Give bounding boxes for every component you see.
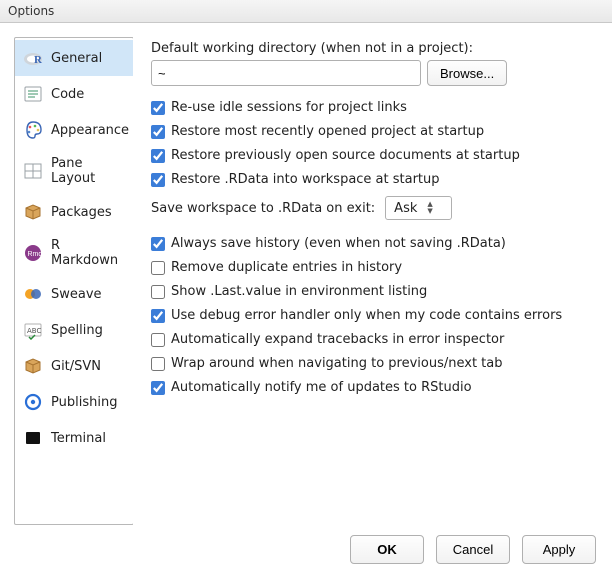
auto-updates-row[interactable]: Automatically notify me of updates to RS… xyxy=(151,380,598,395)
restore-source-checkbox[interactable] xyxy=(151,149,165,163)
sidebar-item-rmarkdown[interactable]: Rmd R Markdown xyxy=(15,230,133,276)
sidebar-item-label: Pane Layout xyxy=(51,156,125,186)
expand-traceback-checkbox[interactable] xyxy=(151,333,165,347)
save-workspace-select[interactable]: Ask ▲▼ xyxy=(385,196,452,220)
wrap-tabs-checkbox[interactable] xyxy=(151,357,165,371)
sidebar-item-publishing[interactable]: Publishing xyxy=(15,384,133,420)
restore-project-checkbox[interactable] xyxy=(151,125,165,139)
show-last-label: Show .Last.value in environment listing xyxy=(171,284,427,299)
expand-traceback-row[interactable]: Automatically expand tracebacks in error… xyxy=(151,332,598,347)
category-sidebar: R General Code Appearance Pane Layout xyxy=(14,37,134,525)
wrap-tabs-row[interactable]: Wrap around when navigating to previous/… xyxy=(151,356,598,371)
spelling-icon: ABC xyxy=(23,320,43,340)
sidebar-item-label: Spelling xyxy=(51,323,103,338)
git-svn-icon xyxy=(23,356,43,376)
svg-text:R: R xyxy=(34,54,43,66)
remove-dup-label: Remove duplicate entries in history xyxy=(171,260,402,275)
debug-handler-label: Use debug error handler only when my cod… xyxy=(171,308,562,323)
sidebar-item-label: General xyxy=(51,51,102,66)
debug-handler-checkbox[interactable] xyxy=(151,309,165,323)
sidebar-item-git-svn[interactable]: Git/SVN xyxy=(15,348,133,384)
sidebar-item-label: Terminal xyxy=(51,431,106,446)
apply-button[interactable]: Apply xyxy=(522,535,596,564)
auto-updates-label: Automatically notify me of updates to RS… xyxy=(171,380,472,395)
sidebar-item-label: Appearance xyxy=(51,123,129,138)
save-workspace-value: Ask xyxy=(394,201,425,216)
auto-updates-checkbox[interactable] xyxy=(151,381,165,395)
publishing-icon xyxy=(23,392,43,412)
wrap-tabs-label: Wrap around when navigating to previous/… xyxy=(171,356,503,371)
svg-text:Rmd: Rmd xyxy=(28,251,43,258)
restore-source-row[interactable]: Restore previously open source documents… xyxy=(151,148,598,163)
restore-rdata-label: Restore .RData into workspace at startup xyxy=(171,172,440,187)
terminal-icon xyxy=(23,428,43,448)
working-dir-input[interactable] xyxy=(151,60,421,86)
sidebar-item-label: Publishing xyxy=(51,395,117,410)
working-dir-label: Default working directory (when not in a… xyxy=(151,41,598,56)
show-last-checkbox[interactable] xyxy=(151,285,165,299)
dialog-content: R General Code Appearance Pane Layout xyxy=(0,23,612,525)
expand-traceback-label: Automatically expand tracebacks in error… xyxy=(171,332,504,347)
sidebar-item-label: R Markdown xyxy=(51,238,125,268)
restore-rdata-checkbox[interactable] xyxy=(151,173,165,187)
dialog-footer: OK Cancel Apply xyxy=(0,525,612,574)
cancel-button[interactable]: Cancel xyxy=(436,535,510,564)
settings-panel: Default working directory (when not in a… xyxy=(133,37,598,525)
remove-dup-row[interactable]: Remove duplicate entries in history xyxy=(151,260,598,275)
always-history-label: Always save history (even when not savin… xyxy=(171,236,506,251)
sidebar-item-label: Code xyxy=(51,87,84,102)
sidebar-item-label: Git/SVN xyxy=(51,359,101,374)
restore-project-row[interactable]: Restore most recently opened project at … xyxy=(151,124,598,139)
window-titlebar: Options xyxy=(0,0,612,23)
pane-layout-icon xyxy=(23,161,43,181)
rmarkdown-icon: Rmd xyxy=(23,243,43,263)
ok-button[interactable]: OK xyxy=(350,535,424,564)
r-logo-icon: R xyxy=(23,48,43,68)
browse-button[interactable]: Browse... xyxy=(427,60,507,86)
svg-text:ABC: ABC xyxy=(27,327,41,335)
restore-source-label: Restore previously open source documents… xyxy=(171,148,520,163)
sidebar-item-label: Packages xyxy=(51,205,112,220)
sidebar-item-label: Sweave xyxy=(51,287,102,302)
appearance-icon xyxy=(23,120,43,140)
reuse-idle-row[interactable]: Re-use idle sessions for project links xyxy=(151,100,598,115)
restore-rdata-row[interactable]: Restore .RData into workspace at startup xyxy=(151,172,598,187)
sweave-icon xyxy=(23,284,43,304)
packages-icon xyxy=(23,202,43,222)
sidebar-item-packages[interactable]: Packages xyxy=(15,194,133,230)
show-last-row[interactable]: Show .Last.value in environment listing xyxy=(151,284,598,299)
always-history-checkbox[interactable] xyxy=(151,237,165,251)
sidebar-item-appearance[interactable]: Appearance xyxy=(15,112,133,148)
sidebar-item-sweave[interactable]: Sweave xyxy=(15,276,133,312)
code-icon xyxy=(23,84,43,104)
window-title: Options xyxy=(8,4,54,18)
reuse-idle-label: Re-use idle sessions for project links xyxy=(171,100,407,115)
sidebar-item-pane-layout[interactable]: Pane Layout xyxy=(15,148,133,194)
remove-dup-checkbox[interactable] xyxy=(151,261,165,275)
sidebar-item-spelling[interactable]: ABC Spelling xyxy=(15,312,133,348)
sidebar-item-terminal[interactable]: Terminal xyxy=(15,420,133,456)
reuse-idle-checkbox[interactable] xyxy=(151,101,165,115)
sidebar-item-general[interactable]: R General xyxy=(15,40,133,76)
save-workspace-label: Save workspace to .RData on exit: xyxy=(151,201,375,216)
debug-handler-row[interactable]: Use debug error handler only when my cod… xyxy=(151,308,598,323)
sidebar-item-code[interactable]: Code xyxy=(15,76,133,112)
always-history-row[interactable]: Always save history (even when not savin… xyxy=(151,236,598,251)
stepper-arrows-icon[interactable]: ▲▼ xyxy=(425,202,448,214)
restore-project-label: Restore most recently opened project at … xyxy=(171,124,484,139)
